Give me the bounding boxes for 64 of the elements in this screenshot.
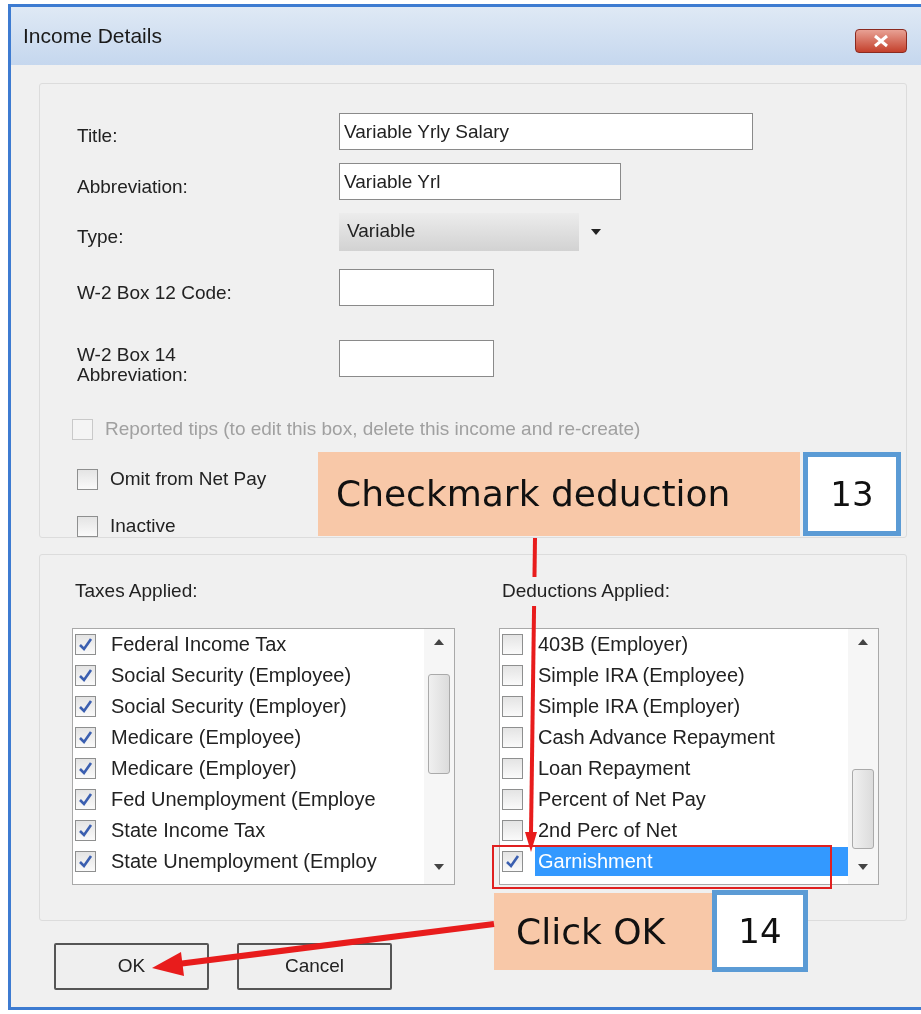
checkbox[interactable] (75, 664, 96, 686)
dropdown-caret-icon (591, 229, 601, 236)
callout-label: Checkmark deduction (318, 452, 800, 536)
checkbox[interactable] (502, 788, 523, 810)
list-item[interactable]: Medicare (Employee) (108, 722, 305, 752)
scroll-bar[interactable] (848, 628, 878, 884)
scroll-down-icon[interactable] (434, 863, 444, 870)
option-label: Omit from Net Pay (110, 467, 267, 492)
list-item[interactable]: Percent of Net Pay (535, 784, 709, 814)
close-icon (873, 34, 889, 48)
input-field[interactable]: Variable Yrly Salary (339, 112, 753, 150)
callout-label: Click OK (494, 893, 712, 970)
list-item[interactable]: Medicare (Employer) (108, 753, 300, 783)
list-item[interactable]: Social Security (Employee) (108, 660, 355, 690)
checkbox[interactable] (75, 819, 96, 841)
list-item[interactable]: Simple IRA (Employer) (535, 691, 744, 721)
scroll-down-icon[interactable] (858, 863, 868, 870)
checkbox[interactable] (502, 633, 523, 655)
ok-button[interactable]: OK (54, 943, 209, 990)
window-title: Income Details (23, 23, 162, 50)
input-field[interactable] (339, 340, 494, 378)
list-item[interactable]: State Income Tax (108, 815, 269, 845)
checkbox[interactable] (75, 850, 96, 872)
checkbox[interactable] (77, 469, 98, 491)
close-button[interactable] (855, 29, 907, 53)
list-item[interactable]: State Unemployment (Employ (108, 846, 380, 876)
checkbox[interactable] (77, 515, 98, 537)
list-item[interactable]: Fed Unemployment (Employe (108, 784, 379, 814)
step-number: 14 (712, 890, 808, 972)
input-field[interactable] (339, 269, 494, 307)
input-field[interactable]: Variable Yrl (339, 163, 621, 201)
list-item[interactable]: 2nd Perc of Net (535, 815, 680, 845)
checkbox[interactable] (502, 819, 523, 841)
scroll-up-icon[interactable] (434, 638, 444, 645)
list-item[interactable]: Loan Repayment (535, 753, 694, 783)
field-label: W-2 Box 12 Code: (77, 280, 233, 305)
checkbox[interactable] (75, 726, 96, 748)
checkbox[interactable] (502, 695, 523, 717)
scroll-thumb[interactable] (852, 768, 874, 849)
list-item[interactable]: Social Security (Employer) (108, 691, 350, 721)
checkbox[interactable] (502, 850, 523, 872)
list-item[interactable]: 403B (Employer) (535, 629, 692, 659)
list-item[interactable]: Federal Income Tax (108, 629, 290, 659)
list-item[interactable]: Simple IRA (Employee) (535, 660, 748, 690)
checkbox[interactable] (75, 695, 96, 717)
checkbox[interactable] (502, 664, 523, 686)
list-item[interactable]: Cash Advance Repayment (535, 722, 778, 752)
checkbox[interactable] (75, 757, 96, 779)
list-heading: Deductions Applied: (502, 577, 670, 606)
field-label: Type: (77, 225, 125, 249)
cancel-button[interactable]: Cancel (237, 943, 392, 990)
checkbox[interactable] (502, 726, 523, 748)
option-label: Inactive (110, 513, 176, 538)
step-number: 13 (803, 452, 901, 536)
checkbox[interactable] (75, 633, 96, 655)
scroll-up-icon[interactable] (858, 638, 868, 645)
field-label: W-2 Box 14 Abbreviation: (77, 345, 189, 385)
option-label: Reported tips (to edit this box, delete this income and re-create) (105, 416, 641, 441)
field-label: Title: (77, 124, 119, 148)
checkbox[interactable] (75, 788, 96, 810)
field-label: Abbreviation: (77, 174, 189, 199)
checkbox[interactable] (502, 757, 523, 779)
scroll-thumb[interactable] (428, 673, 450, 774)
scroll-bar[interactable] (424, 628, 454, 884)
